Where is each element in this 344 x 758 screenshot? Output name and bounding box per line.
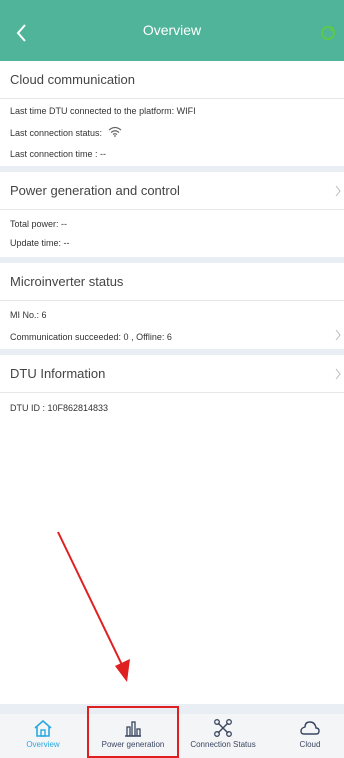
tab-label: Cloud <box>299 740 321 749</box>
tab-cloud[interactable]: Cloud <box>282 716 338 758</box>
network-icon <box>214 719 232 737</box>
tab-label: Overview <box>26 740 60 749</box>
home-icon <box>34 719 52 737</box>
annotation-arrow <box>57 531 130 682</box>
tab-overview[interactable]: Overview <box>8 716 78 758</box>
annotation-highlight-box <box>87 706 179 758</box>
tab-label: Connection Status <box>190 740 256 749</box>
tab-connection-status[interactable]: Connection Status <box>180 716 266 758</box>
cloud-icon <box>300 721 320 735</box>
